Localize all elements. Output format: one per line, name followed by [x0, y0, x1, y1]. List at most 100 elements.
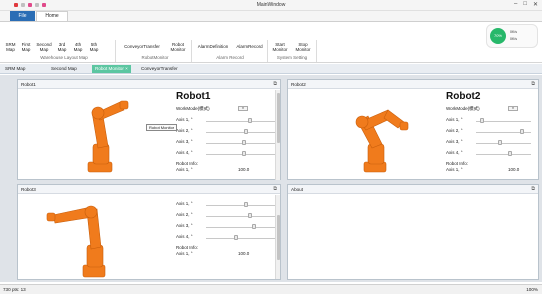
workmode-select[interactable]: ▾ — [508, 106, 518, 111]
panel-header-label: Robot1 — [21, 82, 36, 87]
robot-info-label: Robot Info: — [176, 161, 199, 166]
tab-second-map[interactable]: Second Map — [48, 65, 80, 73]
home-tab[interactable]: Home — [36, 11, 68, 21]
slider-thumb[interactable] — [242, 140, 246, 145]
pin-icon[interactable]: ⧉ — [273, 185, 277, 194]
slider-thumb[interactable] — [498, 140, 502, 145]
info-axis-label: Axis 1, ° — [176, 167, 193, 172]
first-map-button[interactable]: First Map — [18, 42, 34, 52]
slider-thumb[interactable] — [248, 213, 252, 218]
alarm-record-label: AlarmRecord — [236, 44, 263, 49]
fifth-map-button[interactable]: 5th Map — [86, 42, 102, 52]
robot-arm-image — [355, 109, 409, 173]
tooltip: Robot Monitor — [146, 124, 178, 131]
stop-monitor-button[interactable]: Stop Monitor — [292, 42, 314, 52]
minimize-icon[interactable]: – — [514, 1, 517, 8]
scrollbar-thumb[interactable] — [277, 215, 280, 260]
group-alarm-record: Alarm Record — [216, 55, 244, 60]
info-axis-label: Axis 1, ° — [446, 167, 463, 172]
slider-thumb[interactable] — [242, 151, 246, 156]
srm-map-button[interactable]: SRM Map — [3, 42, 18, 52]
first-map-label: First Map — [21, 42, 31, 52]
usage-gauge: 70% — [490, 28, 506, 44]
document-tabs: SRM Map Second Map Robot Monitor × Conve… — [0, 64, 542, 74]
second-map-label: Second Map — [36, 42, 52, 52]
slider-thumb[interactable] — [480, 118, 484, 123]
axis-label: Axis 1, ° — [176, 117, 193, 122]
download-rate: 0K/s — [510, 37, 518, 41]
panel-header-label: Robot3 — [21, 187, 36, 192]
second-map-button[interactable]: Second Map — [34, 42, 54, 52]
fifth-map-label: 5th Map — [89, 42, 99, 52]
maximize-icon[interactable]: □ — [523, 1, 527, 8]
axis3-slider[interactable] — [476, 143, 531, 144]
alarm-definition-button[interactable]: AlarmDefinition — [193, 44, 233, 49]
scrollbar-thumb[interactable] — [277, 93, 280, 143]
robot1-panel: Robot1 ⧉ Robot1 WorkMode(模式) ▾ Axis 1, ° … — [17, 79, 281, 180]
axis4-slider[interactable] — [206, 154, 276, 155]
info-axis-value: 100.0 — [508, 167, 520, 172]
workmode-select[interactable]: ▾ — [238, 106, 248, 111]
group-system-setting: System Setting — [276, 55, 308, 60]
info-axis-label: Axis 1, ° — [176, 251, 193, 256]
conveyor-transfer-button[interactable]: ConveyorTransfer — [118, 44, 166, 49]
pin-icon[interactable]: ⧉ — [531, 185, 535, 194]
axis-label: Axis 1, ° — [176, 201, 193, 206]
axis3-slider[interactable] — [206, 143, 276, 144]
axis1-slider[interactable] — [206, 205, 276, 206]
third-map-button[interactable]: 3rd Map — [54, 42, 70, 52]
workmode-label: WorkMode(模式) — [446, 106, 480, 111]
axis4-slider[interactable] — [206, 238, 276, 239]
window-title: MainWindow — [256, 2, 286, 8]
robot-arm-image — [46, 205, 106, 278]
axis-label: Axis 3, ° — [176, 139, 193, 144]
robot-info-label: Robot Info: — [176, 245, 199, 250]
axis1-slider[interactable] — [476, 121, 531, 122]
axis1-slider[interactable] — [206, 121, 276, 122]
axis-label: Axis 2, ° — [176, 212, 193, 217]
status-left: 730 pts: 13 — [3, 287, 26, 292]
slider-thumb[interactable] — [244, 129, 248, 134]
axis2-slider[interactable] — [206, 132, 276, 133]
ribbon-separator — [115, 40, 116, 62]
file-tab[interactable]: File — [10, 11, 35, 21]
robot-info-label: Robot Info: — [446, 161, 469, 166]
slider-thumb[interactable] — [508, 151, 512, 156]
tab-robot-monitor[interactable]: Robot Monitor × — [92, 65, 131, 73]
content-area: Robot1 ⧉ Robot1 WorkMode(模式) ▾ Axis 1, ° … — [0, 75, 542, 282]
pin-icon[interactable]: ⧉ — [531, 80, 535, 89]
tab-conveyor-transfer[interactable]: ConveyorTransfer — [138, 65, 181, 73]
slider-thumb[interactable] — [248, 118, 252, 123]
slider-thumb[interactable] — [234, 235, 238, 240]
group-robot-monitor: RobotMonitor — [141, 55, 169, 60]
srm-map-label: SRM Map — [5, 42, 16, 52]
panel-header: Robot3 ⧉ — [18, 185, 280, 194]
robot-title: Robot1 — [176, 91, 211, 102]
axis3-slider[interactable] — [206, 227, 276, 228]
axis4-slider[interactable] — [476, 154, 531, 155]
info-axis-value: 100.0 — [238, 251, 250, 256]
tab-srm-map[interactable]: SRM Map — [2, 65, 28, 73]
panel-scrollbar[interactable] — [275, 195, 280, 279]
panel-header-label: Robot2 — [291, 82, 306, 87]
axis-label: Axis 3, ° — [176, 223, 193, 228]
close-icon[interactable]: ✕ — [533, 1, 538, 8]
robot-monitor-button[interactable]: Robot Monitor — [166, 42, 190, 52]
status-bar: 730 pts: 13 100% — [0, 284, 542, 294]
robot2-panel: Robot2 ⧉ Robot2 WorkMode(模式) ▾ Axis 1, ° … — [287, 79, 539, 180]
panel-scrollbar[interactable] — [275, 90, 280, 180]
zoom-level: 100% — [526, 287, 538, 292]
pin-icon[interactable]: ⧉ — [273, 80, 277, 89]
start-monitor-label: Start Monitor — [272, 42, 288, 52]
slider-thumb[interactable] — [252, 224, 256, 229]
axis2-slider[interactable] — [206, 216, 276, 217]
slider-thumb[interactable] — [244, 202, 248, 207]
alarm-record-button[interactable]: AlarmRecord — [233, 44, 266, 49]
workmode-label: WorkMode(模式) — [176, 106, 210, 111]
start-monitor-button[interactable]: Start Monitor — [269, 42, 291, 52]
robot-monitor-label: Robot Monitor — [170, 42, 186, 52]
close-tab-icon[interactable]: × — [125, 66, 128, 71]
slider-thumb[interactable] — [520, 129, 524, 134]
tab-robot-monitor-label: Robot Monitor — [95, 66, 124, 71]
fourth-map-button[interactable]: 4th Map — [70, 42, 86, 52]
